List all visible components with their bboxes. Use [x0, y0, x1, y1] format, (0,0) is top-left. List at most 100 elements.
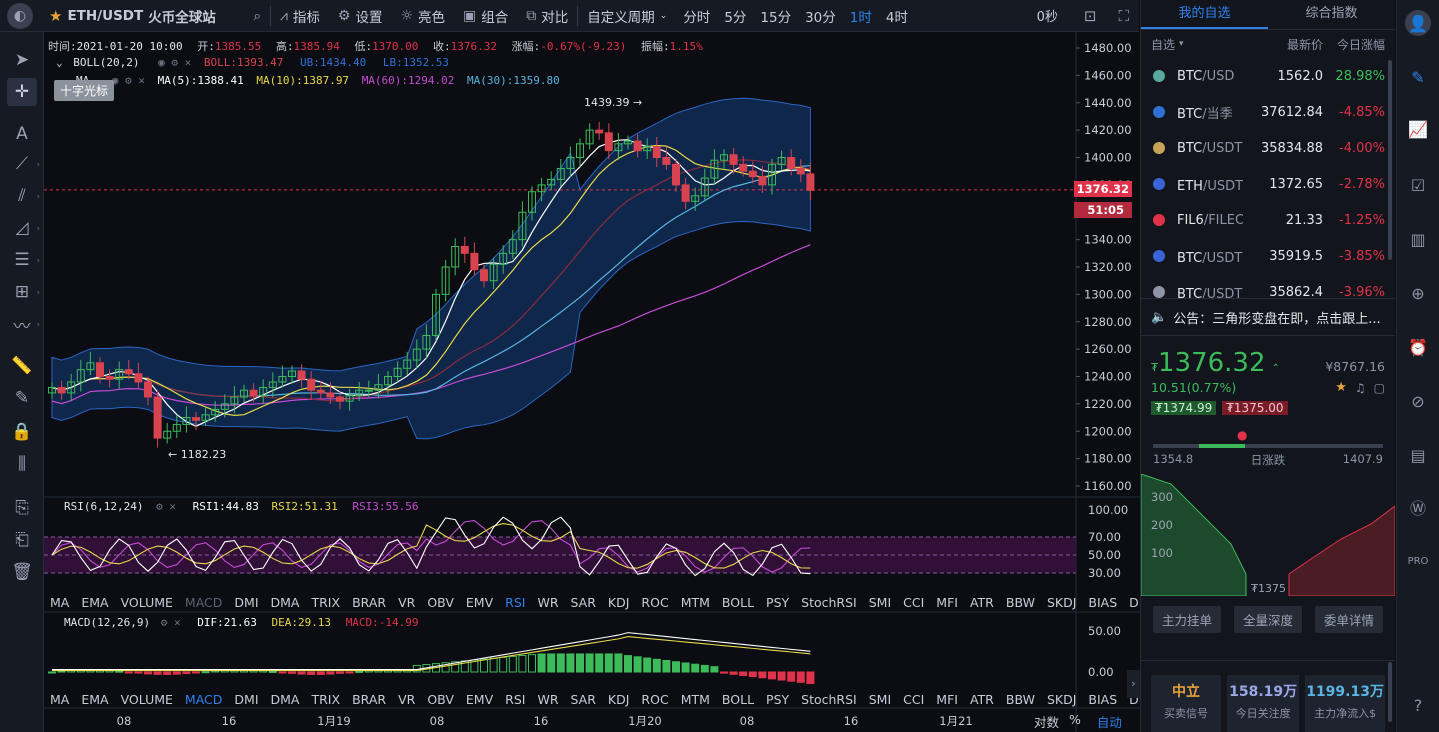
log-scale-toggle[interactable]: 对数 [1034, 712, 1059, 731]
indicator-tab[interactable]: EMV [460, 691, 499, 709]
signal-card[interactable]: 中立 买卖信号 [1151, 675, 1222, 732]
settings-icon[interactable]: ⚙ ✕ [161, 616, 181, 629]
indicator-tab[interactable]: ROC [635, 691, 674, 709]
eye-icon[interactable]: ◉ ⚙ ✕ [158, 56, 191, 69]
cursor-icon[interactable]: ➤ [0, 46, 44, 74]
channel-icon[interactable]: ⫽ › [0, 182, 44, 210]
help-icon[interactable]: ? [1405, 692, 1431, 718]
indicator-tab[interactable]: SKDJ [1041, 594, 1082, 612]
indicator-tab[interactable]: BBW [1000, 594, 1041, 612]
indicator-tab[interactable]: BBW [1000, 691, 1041, 709]
watchlist-row[interactable]: BTC/USDT 35834.88 -4.00% [1141, 130, 1395, 166]
indicator-tab[interactable]: MA [44, 594, 75, 612]
combo-button[interactable]: ▣ 组合 [454, 0, 517, 32]
indicator-tab[interactable]: BRAR [346, 691, 392, 709]
indicator-tab[interactable]: SMI [863, 691, 897, 709]
indicator-tab[interactable]: DMA [265, 594, 306, 612]
tab-watchlist[interactable]: 我的自选 [1141, 0, 1268, 29]
notice-bar[interactable]: 🔈 公告：三角形变盘在即，点击跟上... [1141, 298, 1395, 336]
indicator-tab[interactable]: VOLUME [115, 594, 179, 612]
indicator-tab[interactable]: PSY [760, 594, 795, 612]
indicator-tab[interactable]: VR [392, 691, 421, 709]
watchlist-row[interactable]: BTC/USD 1562.0 28.98% [1141, 58, 1395, 94]
pencil-icon[interactable]: ✎ [0, 384, 44, 412]
chevron-down-icon[interactable]: ▾ [1179, 39, 1184, 49]
indicator-tab[interactable]: TRIX [305, 691, 346, 709]
indicator-tab[interactable]: CCI [897, 691, 930, 709]
fullscreen-icon[interactable]: ⛶ [1118, 7, 1129, 25]
period-tab[interactable]: 1时 [843, 6, 879, 26]
fib-icon[interactable]: ☰ › [0, 246, 44, 274]
indicator-tab[interactable]: EMV [460, 594, 499, 612]
indicator-tab[interactable]: DMI [228, 594, 264, 612]
indicator-tab[interactable]: MACD [179, 691, 228, 709]
indicator-tab[interactable]: RSI [499, 691, 531, 709]
indicator-tab[interactable]: SAR [565, 594, 602, 612]
custom-period-dropdown[interactable]: 自定义周期 ⌄ [578, 0, 676, 32]
indicator-tab[interactable]: ROC [635, 594, 674, 612]
order-details-button[interactable]: 委单详情 [1314, 606, 1383, 633]
watchlist-edit-icon[interactable]: ✎ [1405, 64, 1431, 90]
triangle-icon[interactable]: ◿ › [0, 214, 44, 242]
indicator-tab[interactable]: MTM [675, 691, 716, 709]
camera-icon[interactable]: ⊡ [1084, 7, 1097, 25]
settings-icon[interactable]: ⚙ ✕ [156, 500, 176, 513]
watchlist-scrollbar[interactable] [1388, 60, 1392, 260]
text-icon[interactable]: A [0, 120, 44, 148]
document-icon[interactable]: ☑ [1405, 172, 1431, 198]
indicator-tab[interactable]: VOLUME [115, 691, 179, 709]
bars-icon[interactable]: ▥ [1405, 226, 1431, 252]
period-tab[interactable]: 15分 [753, 6, 798, 26]
period-tab[interactable]: 5分 [717, 6, 753, 26]
indicator-tab[interactable]: PSY [760, 691, 795, 709]
lock-icon[interactable]: 🔒 [0, 418, 44, 446]
collapse-icon[interactable]: ⌄ [56, 56, 63, 69]
daily-change-header[interactable]: 今日涨幅 [1337, 36, 1385, 53]
line-icon[interactable]: ⟋ › [0, 150, 44, 178]
watchlist-row[interactable]: ETH/USDT永续 1372.65 -2.78% [1141, 166, 1395, 202]
copy-icon[interactable]: ▢ [1374, 381, 1385, 395]
indicator-tab[interactable]: WR [531, 691, 564, 709]
settings-button[interactable]: ⚙ 设置 [329, 0, 392, 32]
w-icon[interactable]: Ⓦ [1405, 494, 1431, 520]
avatar[interactable]: 👤 [1405, 10, 1431, 36]
trash-icon[interactable]: 🗑 [0, 558, 44, 586]
calendar-icon[interactable]: ▤ [1405, 442, 1431, 468]
attention-card[interactable]: 158.19万 今日关注度 [1227, 675, 1300, 732]
settings-icon[interactable]: ◉ ⚙ ✕ [112, 74, 145, 87]
watchlist-row[interactable]: BTC/USDT永续 35862.4 -3.96% [1141, 274, 1395, 298]
chart-icon[interactable]: 📈 [1405, 116, 1431, 142]
chart-area[interactable]: 1480.001460.001440.001420.001400.001380.… [44, 32, 1186, 732]
indicator-tab[interactable]: DMA [265, 691, 306, 709]
main-orders-button[interactable]: 主力挂单 [1153, 606, 1222, 633]
indicator-button[interactable]: ⩘ 指标 [271, 0, 329, 32]
search-icon[interactable]: ⌕ [253, 8, 261, 24]
pro-icon[interactable]: PRO [1405, 548, 1431, 574]
candles-icon[interactable]: ⫼ [0, 450, 44, 478]
indicator-tab[interactable]: SKDJ [1041, 691, 1082, 709]
indicator-tab[interactable]: BRAR [346, 594, 392, 612]
auto-scale-toggle[interactable]: 自动 [1097, 712, 1122, 731]
period-tab[interactable]: 4时 [879, 6, 915, 26]
indicator-tab[interactable]: SMI [863, 594, 897, 612]
indicator-tab[interactable]: RSI [499, 594, 531, 612]
indicator-tab[interactable]: StochRSI [795, 691, 863, 709]
panel-expand-button[interactable]: › [1127, 670, 1140, 698]
period-tab[interactable]: 分时 [676, 6, 717, 26]
bell-icon[interactable]: ♫ [1355, 381, 1366, 395]
edit-list-icon[interactable]: ⎗ [0, 526, 44, 554]
indicator-tab[interactable]: EMA [75, 691, 114, 709]
star-icon[interactable]: ★ [49, 7, 62, 25]
period-tab[interactable]: 30分 [798, 6, 843, 26]
crosshair-icon[interactable]: ✛ [7, 78, 37, 106]
add-icon[interactable]: ⊕ [1405, 280, 1431, 306]
panel-scrollbar[interactable] [1388, 662, 1392, 722]
depth-chart[interactable]: 300 200 100 ₮1375 [1141, 474, 1395, 596]
indicator-tab[interactable]: DMI [228, 691, 264, 709]
symbol-selector[interactable]: ★ ETH/USDT 火币全球站 ⌕ [40, 0, 270, 32]
indicator-tab[interactable]: BOLL [716, 691, 760, 709]
indicator-tab[interactable]: CCI [897, 594, 930, 612]
indicator-tab[interactable]: BIAS [1082, 691, 1123, 709]
full-depth-button[interactable]: 全量深度 [1233, 606, 1302, 633]
indicator-tab[interactable]: OBV [421, 594, 460, 612]
